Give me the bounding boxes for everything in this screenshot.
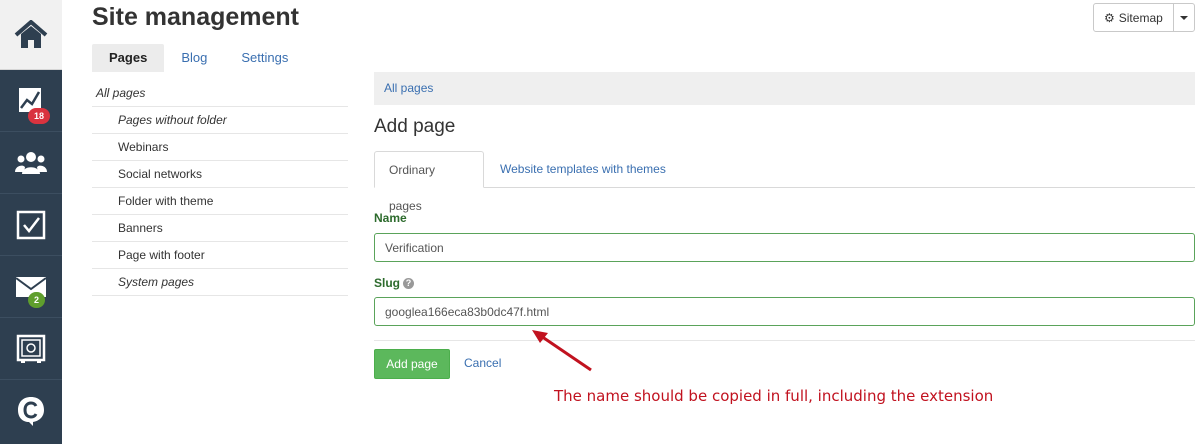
breadcrumb-all-pages[interactable]: All pages [384, 81, 433, 95]
tab-ordinary-pages[interactable]: Ordinary pages [374, 151, 484, 213]
nav-analytics[interactable]: 18 [0, 70, 62, 132]
breadcrumb: All pages [374, 72, 1195, 105]
folder-item[interactable]: Pages without folder [92, 107, 348, 134]
analytics-badge: 18 [28, 108, 51, 124]
page-title: Site management [92, 3, 300, 31]
folder-list: All pages Pages without folder Webinars … [92, 80, 348, 296]
tab-settings[interactable]: Settings [224, 44, 305, 72]
nav-chat[interactable] [0, 380, 62, 442]
main-tabs: Pages Blog Settings [92, 44, 305, 72]
mail-badge: 2 [28, 292, 46, 308]
chat-icon [18, 397, 44, 426]
folder-item[interactable]: Folder with theme [92, 188, 348, 215]
folder-item[interactable]: Page with footer [92, 242, 348, 269]
home-icon [14, 19, 48, 48]
checkbox-icon [16, 210, 46, 239]
slug-field[interactable] [374, 297, 1195, 326]
help-icon[interactable]: ? [403, 277, 414, 289]
users-icon [15, 151, 47, 174]
tab-blog[interactable]: Blog [164, 44, 224, 72]
safe-icon [16, 334, 46, 363]
slug-label-row: Slug ? [374, 276, 414, 290]
nav-mail[interactable]: 2 [0, 256, 62, 318]
left-nav-rail: 18 2 [0, 0, 62, 444]
sitemap-dropdown-toggle[interactable] [1174, 4, 1194, 31]
folder-item[interactable]: Social networks [92, 161, 348, 188]
annotation-text: The name should be copied in full, inclu… [554, 387, 994, 405]
sitemap-button[interactable]: ⚙ Sitemap [1094, 4, 1174, 31]
nav-users[interactable] [0, 132, 62, 194]
section-title: Add page [374, 116, 456, 137]
add-page-button[interactable]: Add page [374, 349, 450, 379]
nav-home[interactable] [0, 0, 62, 70]
gear-icon: ⚙ [1104, 10, 1115, 25]
sitemap-button-group: ⚙ Sitemap [1093, 3, 1195, 32]
annotation-arrow-icon [532, 330, 592, 372]
tab-pages[interactable]: Pages [92, 44, 165, 72]
caret-down-icon [1179, 15, 1188, 20]
nav-tasks[interactable] [0, 194, 62, 256]
folder-item[interactable]: System pages [92, 269, 348, 296]
name-label: Name [374, 211, 407, 225]
sitemap-label: Sitemap [1118, 10, 1163, 25]
folder-all-pages[interactable]: All pages [92, 80, 348, 107]
folder-item[interactable]: Banners [92, 215, 348, 242]
form-divider [374, 340, 1195, 341]
page-type-tabs: Ordinary pages Website templates with th… [374, 151, 1195, 213]
cancel-link[interactable]: Cancel [464, 356, 501, 370]
folder-item[interactable]: Webinars [92, 134, 348, 161]
tab-website-templates[interactable]: Website templates with themes [486, 151, 680, 188]
slug-label: Slug [374, 276, 400, 290]
name-field[interactable] [374, 233, 1195, 262]
nav-safe[interactable] [0, 318, 62, 380]
